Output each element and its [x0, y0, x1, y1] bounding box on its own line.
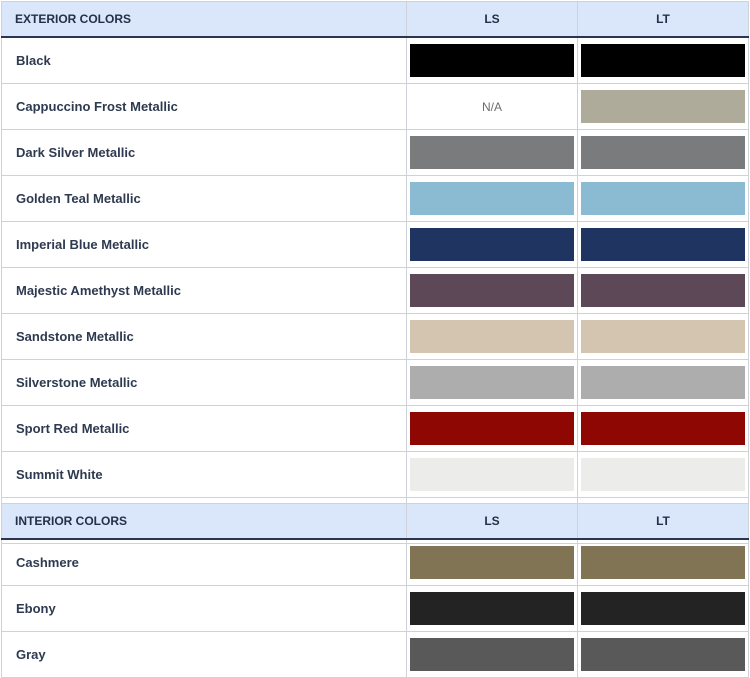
color-row: Sandstone Metallic — [1, 313, 749, 360]
lt-swatch-cell — [577, 631, 749, 678]
color-swatch — [581, 182, 745, 215]
color-name: Sandstone Metallic — [1, 313, 407, 360]
color-swatch — [410, 44, 574, 77]
ls-swatch-cell — [406, 221, 578, 268]
color-name: Cappuccino Frost Metallic — [1, 83, 407, 130]
ls-swatch-cell — [406, 451, 578, 498]
color-name: Sport Red Metallic — [1, 405, 407, 452]
color-name: Golden Teal Metallic — [1, 175, 407, 222]
lt-swatch-cell — [577, 451, 749, 498]
ls-swatch-cell — [406, 175, 578, 222]
lt-swatch-cell — [577, 129, 749, 176]
color-swatch — [581, 366, 745, 399]
lt-swatch-cell — [577, 313, 749, 360]
lt-swatch-cell — [577, 405, 749, 452]
color-name: Silverstone Metallic — [1, 359, 407, 406]
color-swatch — [581, 458, 745, 491]
color-row: Dark Silver Metallic — [1, 129, 749, 176]
lt-swatch-cell — [577, 221, 749, 268]
color-row: Cappuccino Frost Metallic N/A — [1, 83, 749, 130]
color-row: Ebony — [1, 585, 749, 632]
exterior-colors-header: EXTERIOR COLORS — [1, 1, 407, 38]
color-swatch — [581, 274, 745, 307]
color-name: Ebony — [1, 585, 407, 632]
lt-swatch-cell — [577, 83, 749, 130]
ls-swatch-cell — [406, 313, 578, 360]
color-name: Gray — [1, 631, 407, 678]
interior-rows: Cashmere Ebony Gray — [1, 538, 749, 678]
interior-header-row: INTERIOR COLORS LS LT — [1, 503, 749, 540]
color-swatch — [581, 546, 745, 579]
color-swatch — [410, 136, 574, 169]
color-name: Imperial Blue Metallic — [1, 221, 407, 268]
lt-swatch-cell — [577, 585, 749, 632]
ls-swatch-cell — [406, 267, 578, 314]
lt-swatch-cell — [577, 36, 749, 84]
exterior-trim-lt-header: LT — [577, 1, 749, 38]
lt-swatch-cell — [577, 538, 749, 586]
color-swatch — [581, 592, 745, 625]
color-name: Dark Silver Metallic — [1, 129, 407, 176]
ls-swatch-cell — [406, 359, 578, 406]
color-swatch — [410, 412, 574, 445]
ls-swatch-cell — [406, 129, 578, 176]
color-row: Cashmere — [1, 538, 749, 586]
exterior-colors-table: EXTERIOR COLORS LS LT Black Cappuccino Fr… — [1, 1, 749, 544]
color-swatch — [410, 274, 574, 307]
lt-swatch-cell — [577, 267, 749, 314]
color-row: Summit White — [1, 451, 749, 498]
color-swatch — [410, 638, 574, 671]
color-swatch — [581, 90, 745, 123]
color-row: Golden Teal Metallic — [1, 175, 749, 222]
exterior-header-row: EXTERIOR COLORS LS LT — [1, 1, 749, 38]
color-swatch — [410, 182, 574, 215]
color-swatch — [581, 44, 745, 77]
ls-swatch-cell — [406, 585, 578, 632]
color-swatch — [410, 228, 574, 261]
color-swatch — [410, 458, 574, 491]
color-name: Cashmere — [1, 538, 407, 586]
color-name: Majestic Amethyst Metallic — [1, 267, 407, 314]
ls-swatch-cell — [406, 631, 578, 678]
color-name: Black — [1, 36, 407, 84]
interior-colors-table: INTERIOR COLORS LS LT Cashmere Ebony Gray — [1, 503, 749, 678]
color-swatch — [410, 320, 574, 353]
color-row: Majestic Amethyst Metallic — [1, 267, 749, 314]
color-swatch — [581, 228, 745, 261]
color-swatch — [410, 592, 574, 625]
color-swatch — [581, 320, 745, 353]
ls-swatch-cell — [406, 405, 578, 452]
exterior-rows: Black Cappuccino Frost Metallic N/A Dark Si… — [1, 36, 749, 544]
color-row: Imperial Blue Metallic — [1, 221, 749, 268]
interior-colors-header: INTERIOR COLORS — [1, 503, 407, 540]
color-swatch — [581, 136, 745, 169]
ls-swatch-cell — [406, 538, 578, 586]
interior-trim-ls-header: LS — [406, 503, 578, 540]
color-swatch — [581, 638, 745, 671]
color-swatch — [410, 366, 574, 399]
lt-swatch-cell — [577, 175, 749, 222]
color-row: Black — [1, 36, 749, 84]
exterior-trim-ls-header: LS — [406, 1, 578, 38]
color-row: Gray — [1, 631, 749, 678]
color-swatch — [410, 546, 574, 579]
lt-swatch-cell — [577, 359, 749, 406]
color-swatch — [581, 412, 745, 445]
ls-swatch-cell — [406, 36, 578, 84]
interior-trim-lt-header: LT — [577, 503, 749, 540]
color-row: Silverstone Metallic — [1, 359, 749, 406]
color-row: Sport Red Metallic — [1, 405, 749, 452]
color-name: Summit White — [1, 451, 407, 498]
not-available-label: N/A — [406, 83, 578, 130]
